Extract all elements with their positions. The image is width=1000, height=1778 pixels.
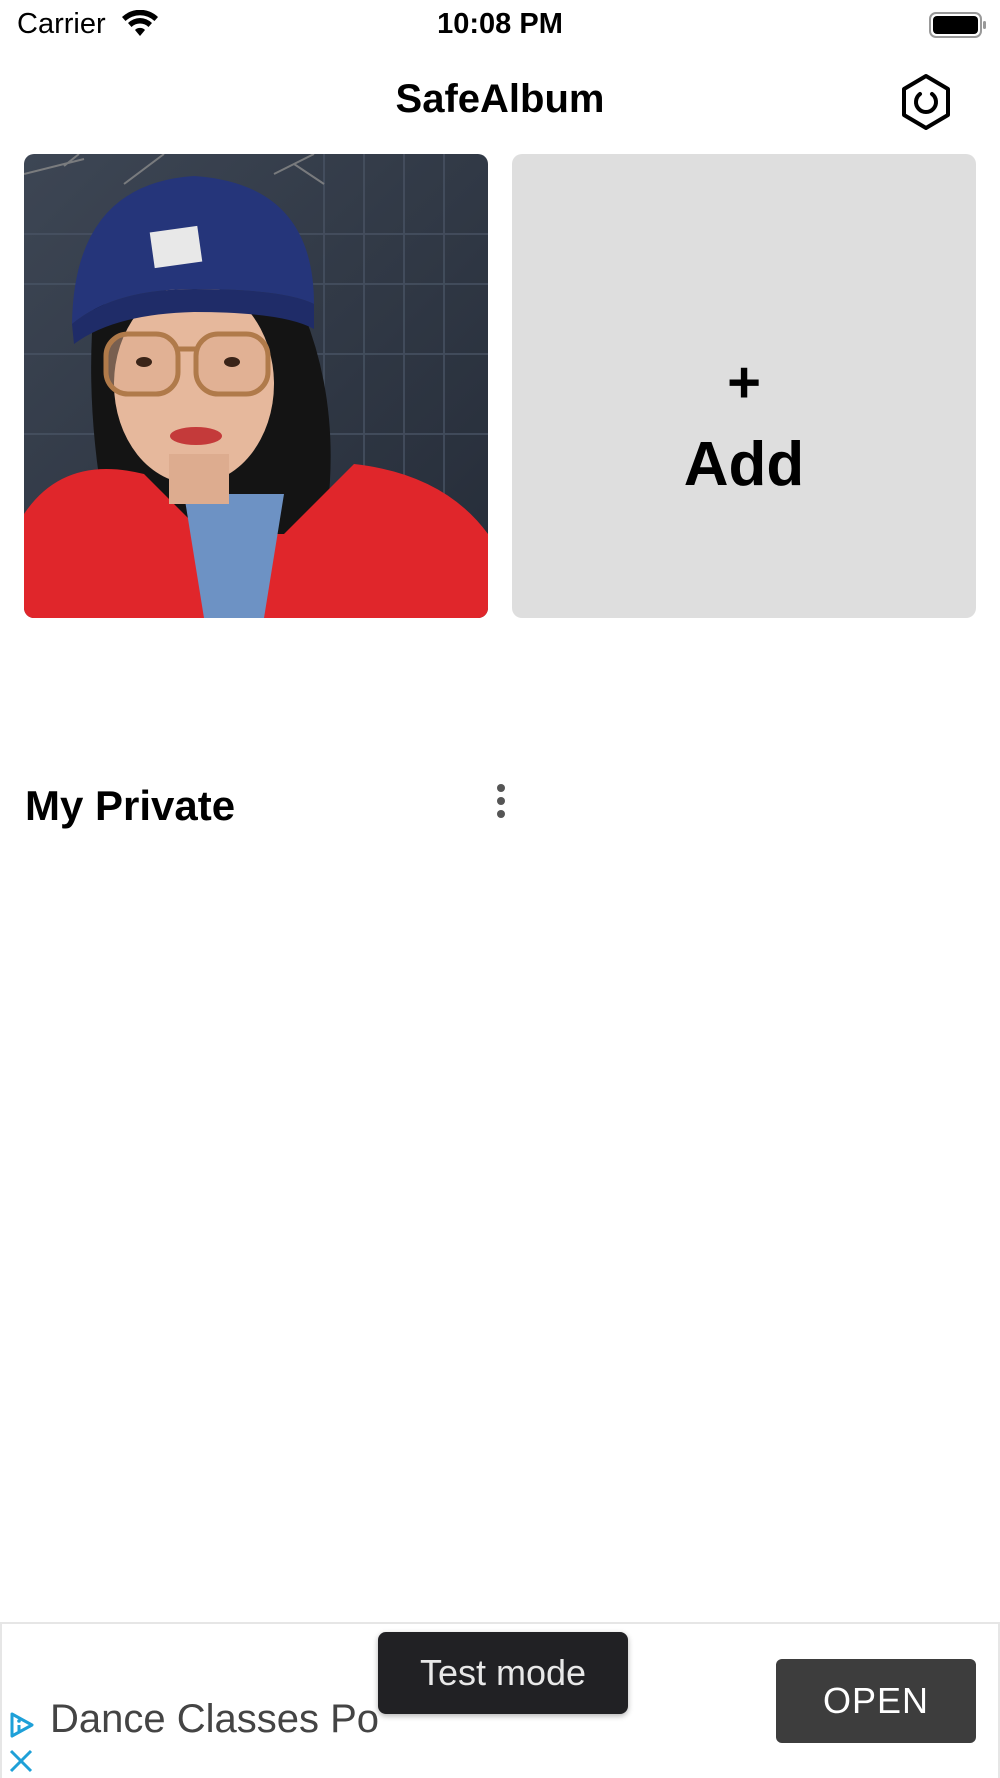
more-vertical-icon[interactable] [489,782,513,822]
status-bar: Carrier 10:08 PM [0,0,1000,52]
album-card[interactable]: My Private [24,154,505,829]
battery-full-icon [929,12,986,38]
add-album-button[interactable]: + Add [512,154,976,618]
ad-title[interactable]: Dance Classes Po [50,1697,380,1742]
clock: 10:08 PM [437,8,563,40]
add-plus-label: + [727,350,761,415]
add-label: Add [683,430,805,499]
ad-banner[interactable]: Dance Classes Po Test mode OPEN [0,1622,1000,1778]
ad-choices-icon[interactable] [6,1710,36,1740]
close-icon[interactable] [8,1748,34,1774]
page-title: SafeAlbum [395,77,605,121]
test-mode-badge: Test mode [378,1632,628,1714]
ad-open-button[interactable]: OPEN [776,1659,976,1743]
album-cover-image[interactable] [24,154,488,618]
album-name: My Private [25,782,236,829]
cover-photo [24,154,488,618]
settings-hexagon-icon[interactable] [896,72,956,132]
